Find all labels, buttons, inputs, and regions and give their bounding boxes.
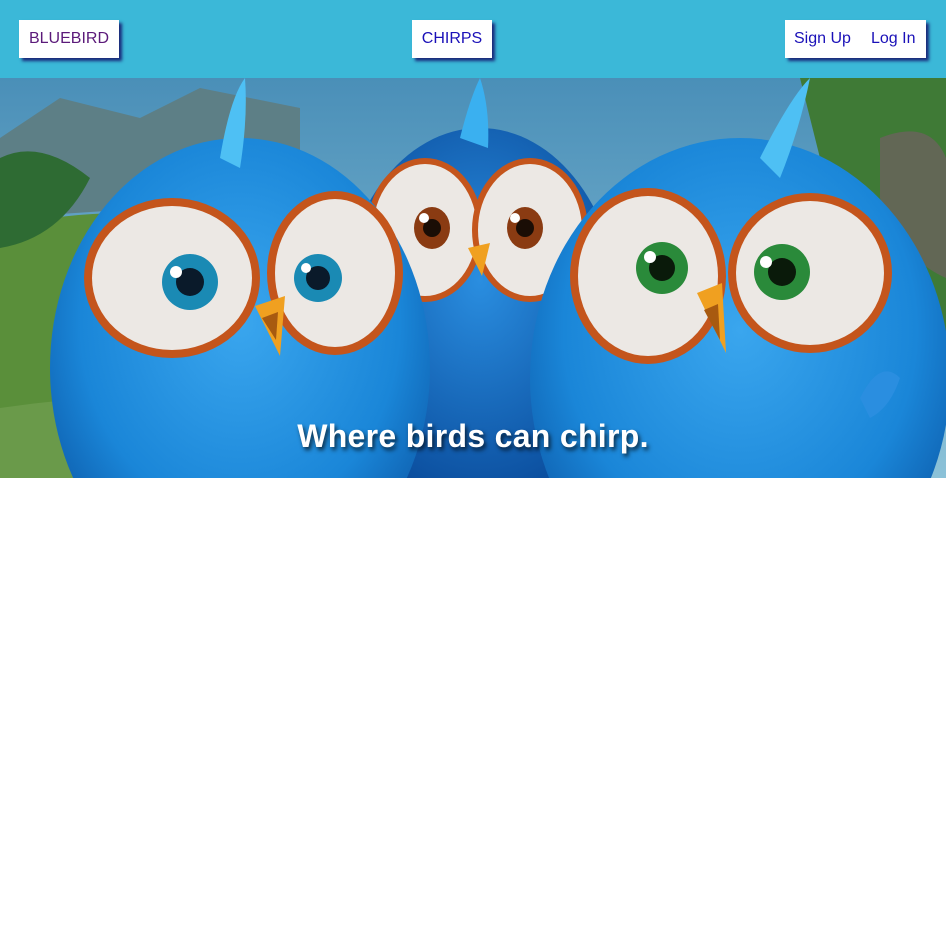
top-nav-bar: BLUEBIRD CHIRPS Sign Up Log In [0, 0, 946, 78]
log-in-link[interactable]: Log In [871, 20, 915, 58]
sign-up-link[interactable]: Sign Up [794, 20, 851, 58]
chirps-nav-link[interactable]: CHIRPS [412, 20, 492, 58]
auth-links: Sign Up Log In [785, 20, 926, 58]
brand-home-link[interactable]: BLUEBIRD [19, 20, 119, 58]
hero-banner: Where birds can chirp. [0, 78, 946, 478]
hero-tagline: Where birds can chirp. [297, 418, 649, 454]
